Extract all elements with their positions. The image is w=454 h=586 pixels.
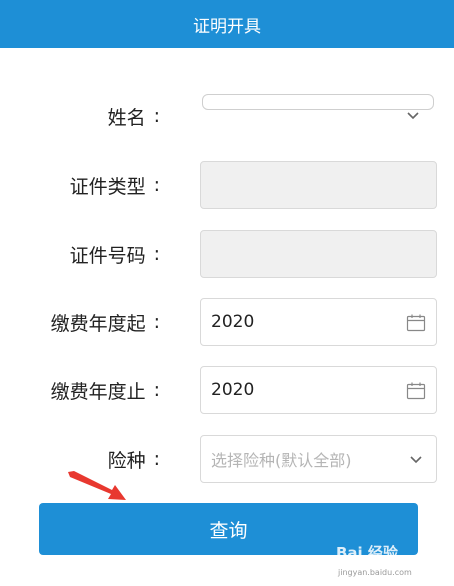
- id-number-field: [200, 230, 437, 278]
- app-header: 证明开具: [0, 0, 454, 48]
- insurance-type-select[interactable]: 选择险种(默认全部): [200, 435, 437, 483]
- form-row-year-end: 缴费年度止: 2020: [0, 366, 454, 414]
- form-row-year-start: 缴费年度起: 2020: [0, 298, 454, 346]
- id-number-label: 证件号码:: [69, 243, 160, 267]
- page-title: 证明开具: [193, 16, 261, 37]
- calendar-icon[interactable]: [406, 381, 426, 401]
- form-row-id-type: 证件类型:: [0, 161, 454, 209]
- calendar-icon[interactable]: [406, 313, 426, 333]
- chevron-down-icon[interactable]: [410, 456, 422, 464]
- year-start-field[interactable]: 2020: [200, 298, 437, 346]
- year-end-field[interactable]: 2020: [200, 366, 437, 414]
- chevron-down-icon[interactable]: [407, 112, 419, 120]
- id-type-field: [200, 161, 437, 209]
- year-end-label: 缴费年度止:: [50, 379, 160, 403]
- id-type-label: 证件类型:: [69, 174, 160, 198]
- name-label: 姓名:: [107, 105, 160, 129]
- year-start-label: 缴费年度起:: [50, 311, 160, 335]
- form-row-id-number: 证件号码:: [0, 230, 454, 278]
- baidu-jingyan-watermark: Bai 经验 jingyan.baidu.com: [336, 544, 412, 577]
- name-select[interactable]: [202, 94, 434, 110]
